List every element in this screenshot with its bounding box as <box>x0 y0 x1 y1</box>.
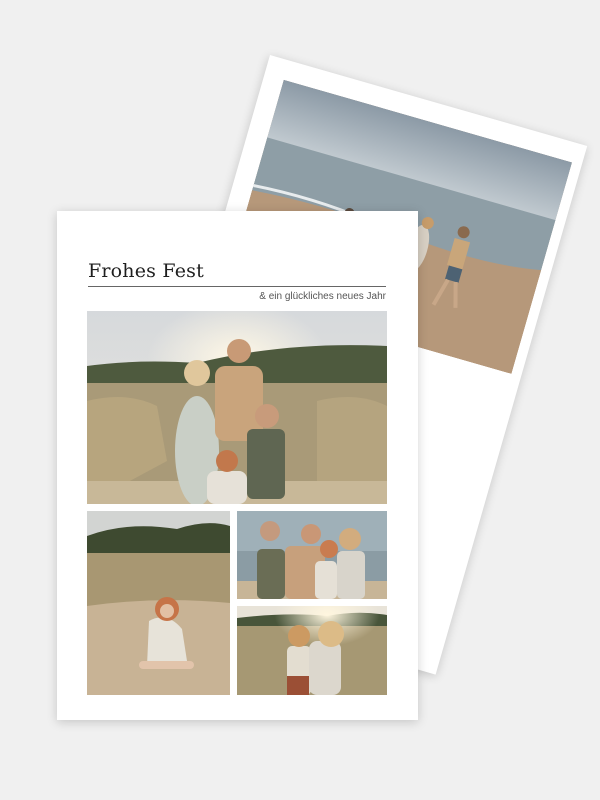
family-hug-photo <box>237 511 387 599</box>
family-portrait-dunes-photo <box>87 311 387 504</box>
title-divider <box>88 286 386 287</box>
mother-daughter-photo <box>237 606 387 695</box>
card-subtitle: & ein glückliches neues Jahr <box>259 291 386 302</box>
front-postcard: Frohes Fest & ein glückliches neues Jahr <box>57 211 418 720</box>
card-title: Frohes Fest <box>88 260 204 282</box>
girl-sitting-sand-photo <box>87 511 230 695</box>
